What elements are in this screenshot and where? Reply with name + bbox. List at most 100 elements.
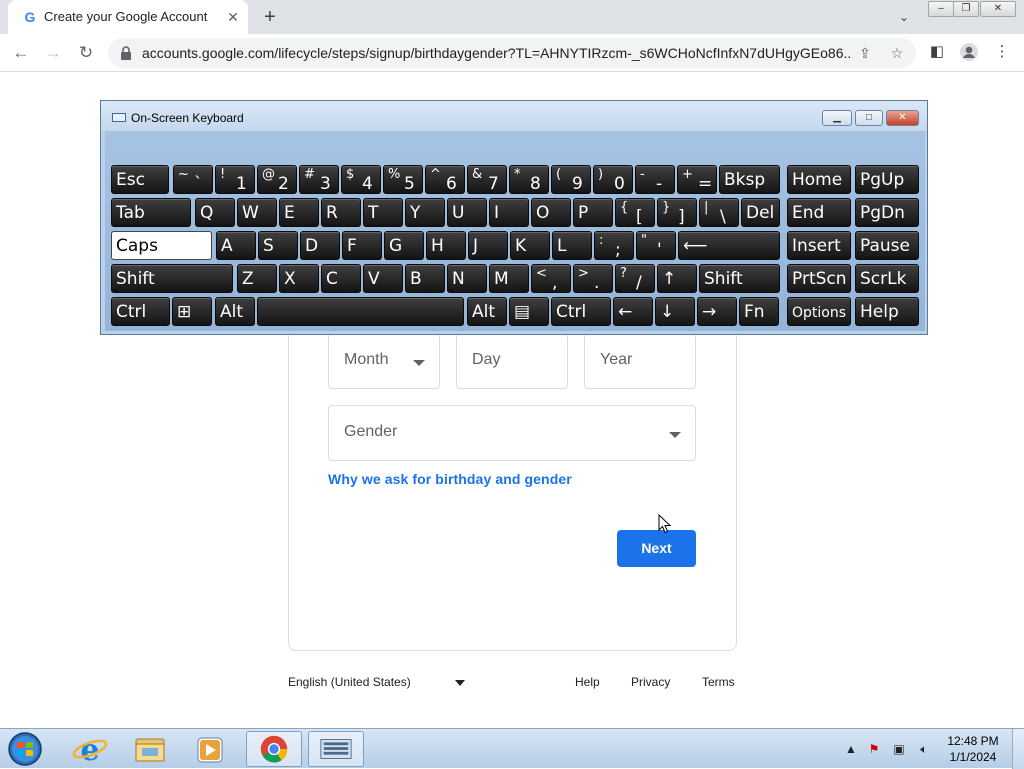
osk-key-r[interactable]: R xyxy=(321,198,361,227)
side-panel-icon[interactable]: ◧ xyxy=(927,42,947,62)
on-screen-keyboard-taskbar-icon[interactable] xyxy=(308,731,364,767)
osk-key-][interactable]: }] xyxy=(657,198,697,227)
osk-key-n[interactable]: N xyxy=(447,264,487,293)
osk-key-enter[interactable]: ⟵ xyxy=(678,231,780,260)
year-field[interactable]: Year xyxy=(584,333,696,389)
day-field[interactable]: Day xyxy=(456,333,568,389)
osk-key-o[interactable]: O xyxy=(531,198,571,227)
osk-key-del[interactable]: Del xyxy=(741,198,780,227)
new-tab-plus-icon[interactable]: + xyxy=(259,6,281,28)
osk-key-i[interactable]: I xyxy=(489,198,529,227)
osk-key-f[interactable]: F xyxy=(342,231,382,260)
close-window-button[interactable]: ✕ xyxy=(980,1,1016,17)
osk-key-ctrl[interactable]: Ctrl xyxy=(111,297,170,326)
language-selector[interactable]: English (United States) xyxy=(288,675,411,689)
osk-key-l[interactable]: L xyxy=(552,231,592,260)
month-select[interactable]: Month xyxy=(328,333,440,389)
browser-tab[interactable]: G Create your Google Account ✕ xyxy=(8,0,248,34)
osk-maximize-button[interactable]: □ xyxy=(855,110,883,126)
volume-muted-icon[interactable]: 🔈︎ xyxy=(916,741,932,757)
osk-key-=[interactable]: + = xyxy=(677,165,717,194)
osk-key-pause[interactable]: Pause xyxy=(855,231,919,260)
osk-key-/[interactable]: ? / xyxy=(615,264,655,293)
osk-key-bksp[interactable]: Bksp xyxy=(719,165,780,194)
osk-key-;[interactable]: :; xyxy=(594,231,634,260)
osk-key-pgdn[interactable]: PgDn xyxy=(855,198,919,227)
osk-key-home[interactable]: Home xyxy=(787,165,851,194)
osk-key--[interactable]: -- xyxy=(635,165,675,194)
osk-key-3[interactable]: #3 xyxy=(299,165,339,194)
osk-key-v[interactable]: V xyxy=(363,264,403,293)
osk-key-j[interactable]: J xyxy=(468,231,508,260)
osk-key-`[interactable]: ~ ` xyxy=(173,165,213,194)
osk-key-windows[interactable]: ⊞ xyxy=(172,297,212,326)
close-tab-icon[interactable]: ✕ xyxy=(224,8,242,26)
osk-key-caps[interactable]: Caps xyxy=(111,231,212,260)
osk-minimize-button[interactable]: ▁ xyxy=(822,110,852,126)
osk-key-9[interactable]: (9 xyxy=(551,165,591,194)
osk-key-esc[interactable]: Esc xyxy=(111,165,169,194)
osk-key-h[interactable]: H xyxy=(426,231,466,260)
osk-key-7[interactable]: & 7 xyxy=(467,165,507,194)
bookmark-star-icon[interactable]: ☆ xyxy=(888,44,906,62)
reload-icon[interactable]: ↻ xyxy=(75,42,97,64)
osk-key-x[interactable]: X xyxy=(279,264,319,293)
osk-key-↓[interactable]: ↓ xyxy=(655,297,695,326)
osk-titlebar[interactable]: On-Screen Keyboard ▁ □ ✕ xyxy=(101,101,927,131)
osk-key-2[interactable]: @2 xyxy=(257,165,297,194)
osk-key-ctrl[interactable]: Ctrl xyxy=(551,297,611,326)
osk-key-e[interactable]: E xyxy=(279,198,319,227)
osk-key-tab[interactable]: Tab xyxy=(111,198,191,227)
osk-key-q[interactable]: Q xyxy=(195,198,235,227)
language-dropdown-arrow-icon[interactable] xyxy=(455,680,465,686)
osk-key-insert[interactable]: Insert xyxy=(787,231,851,260)
osk-key-6[interactable]: ^ 6 xyxy=(425,165,465,194)
osk-key-g[interactable]: G xyxy=(384,231,424,260)
osk-key-.[interactable]: >. xyxy=(573,264,613,293)
osk-key-'[interactable]: " ' xyxy=(636,231,676,260)
osk-key-8[interactable]: * 8 xyxy=(509,165,549,194)
osk-key-,[interactable]: <, xyxy=(531,264,571,293)
osk-key-m[interactable]: M xyxy=(489,264,529,293)
footer-privacy-link[interactable]: Privacy xyxy=(631,675,670,689)
osk-key-→[interactable]: → xyxy=(697,297,737,326)
osk-close-button[interactable]: ✕ xyxy=(886,110,919,126)
lock-icon[interactable] xyxy=(120,45,132,61)
share-icon[interactable]: ⇪ xyxy=(856,44,874,62)
osk-key-end[interactable]: End xyxy=(787,198,851,227)
osk-key-backslash[interactable]: | \ xyxy=(699,198,739,227)
osk-key-help[interactable]: Help xyxy=(855,297,919,326)
internet-explorer-icon[interactable]: e xyxy=(62,731,118,767)
clock-date[interactable]: 1/1/2024 xyxy=(940,750,1006,764)
network-icon[interactable]: ▣ xyxy=(891,741,907,757)
osk-key-1[interactable]: ! 1 xyxy=(215,165,255,194)
osk-key-shift[interactable]: Shift xyxy=(699,264,780,293)
kebab-menu-icon[interactable]: ⋮ xyxy=(992,42,1012,62)
osk-key-pgup[interactable]: PgUp xyxy=(855,165,919,194)
osk-key-4[interactable]: $4 xyxy=(341,165,381,194)
osk-key-prtscn[interactable]: PrtScn xyxy=(787,264,851,293)
url-text[interactable]: accounts.google.com/lifecycle/steps/sign… xyxy=(142,45,850,61)
osk-key-w[interactable]: W xyxy=(237,198,277,227)
osk-key-d[interactable]: D xyxy=(300,231,340,260)
action-center-flag-icon[interactable]: ⚑ xyxy=(866,741,882,757)
media-player-icon[interactable] xyxy=(182,731,238,767)
forward-arrow-icon[interactable]: → xyxy=(42,42,64,64)
show-desktop-button[interactable] xyxy=(1012,729,1024,769)
osk-key-space[interactable] xyxy=(257,297,464,326)
file-explorer-icon[interactable] xyxy=(122,731,178,767)
osk-key-options[interactable]: Options xyxy=(787,297,851,326)
osk-key-s[interactable]: S xyxy=(258,231,298,260)
osk-key-alt[interactable]: Alt xyxy=(467,297,507,326)
back-arrow-icon[interactable]: ← xyxy=(10,42,32,64)
osk-key-0[interactable]: ) 0 xyxy=(593,165,633,194)
osk-key-k[interactable]: K xyxy=(510,231,550,260)
address-bar[interactable]: accounts.google.com/lifecycle/steps/sign… xyxy=(108,38,916,68)
footer-terms-link[interactable]: Terms xyxy=(702,675,735,689)
clock-time[interactable]: 12:48 PM xyxy=(940,734,1006,748)
osk-key-z[interactable]: Z xyxy=(237,264,277,293)
restore-window-button[interactable]: ❐ xyxy=(953,1,979,17)
osk-key-alt[interactable]: Alt xyxy=(215,297,255,326)
osk-key-↑[interactable]: ↑ xyxy=(657,264,697,293)
minimize-window-button[interactable]: – xyxy=(928,1,954,17)
